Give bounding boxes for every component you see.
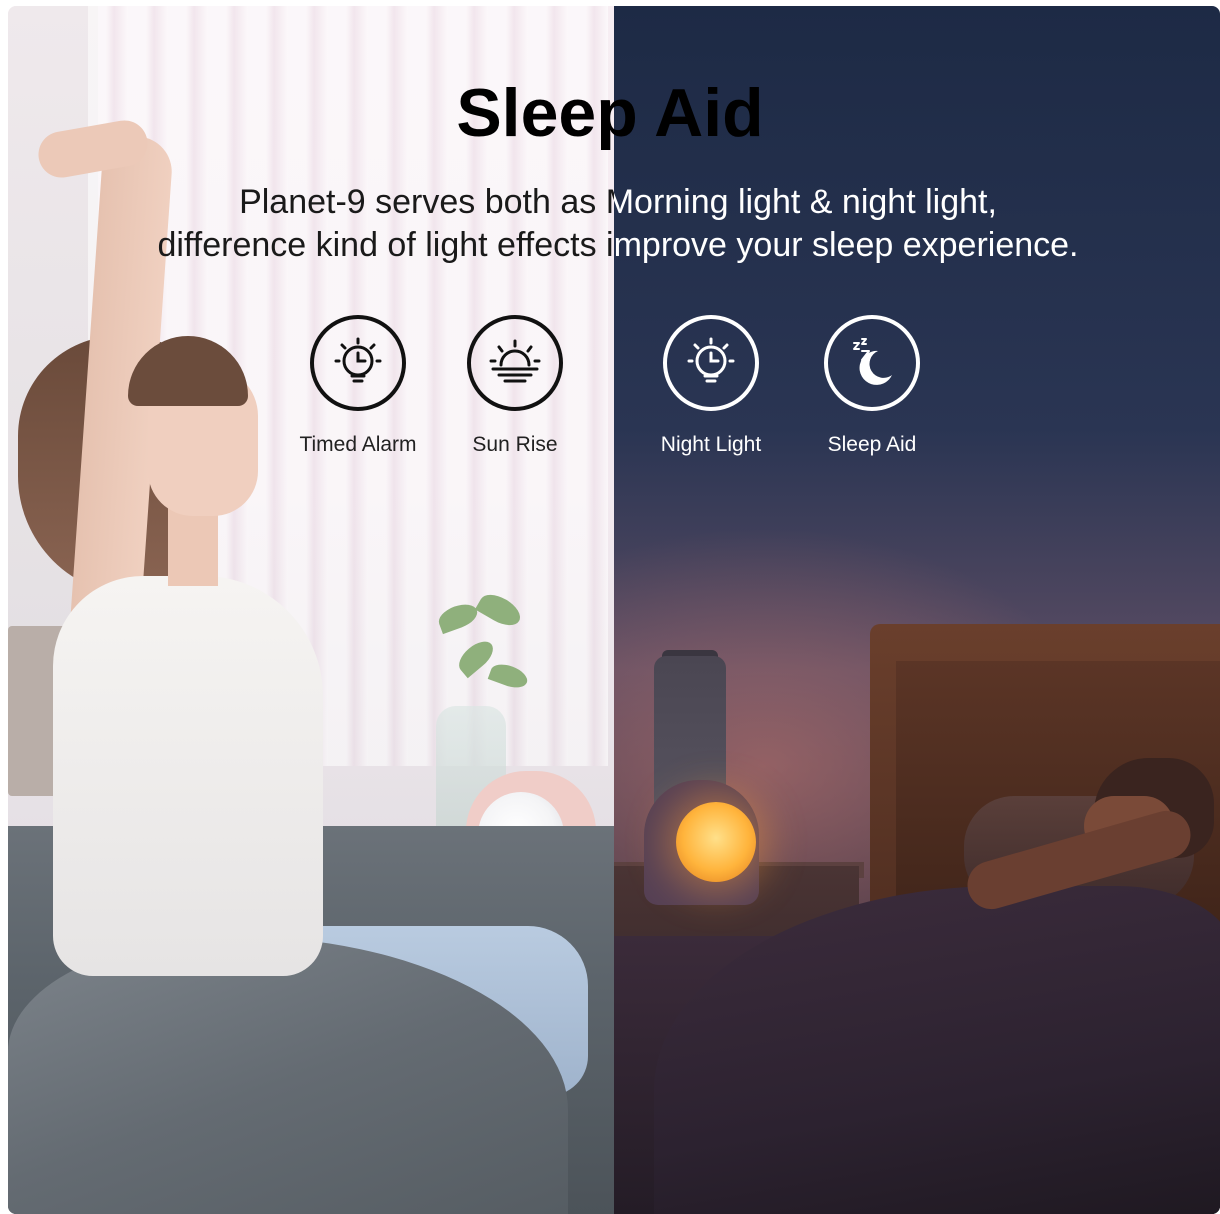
banner-description-line2-night: difference kind of light effects improve… [614, 226, 1079, 264]
banner-description-line2: difference kind of light effects improve… [157, 226, 614, 264]
banner-description-line1-night: Planet-9 serves both as Morning light & … [614, 183, 997, 221]
timed-alarm-icon [310, 315, 406, 411]
lamp-night-glow [676, 802, 756, 882]
feature-night-light: Night Light [636, 315, 786, 457]
sunrise-icon [467, 315, 563, 411]
banner-description-line1: Planet-9 serves both as Morning light & … [239, 183, 614, 221]
feature-label: Sleep Aid [827, 433, 917, 456]
woman-stretching [53, 576, 323, 976]
feature-label: Timed Alarm [299, 433, 417, 456]
banner-title-night: Sleep Aid [614, 75, 764, 151]
night-light-icon [663, 315, 759, 411]
feature-label: Sun Rise [472, 433, 558, 456]
feature-sun-rise: Sun Rise [440, 315, 590, 457]
feature-sleep-aid: Sleep Aid [797, 315, 947, 457]
feature-timed-alarm: Timed Alarm [283, 315, 433, 457]
feature-label: Night Light [660, 433, 762, 456]
banner-title: Sleep Aid [456, 75, 614, 151]
sleep-moon-icon [824, 315, 920, 411]
